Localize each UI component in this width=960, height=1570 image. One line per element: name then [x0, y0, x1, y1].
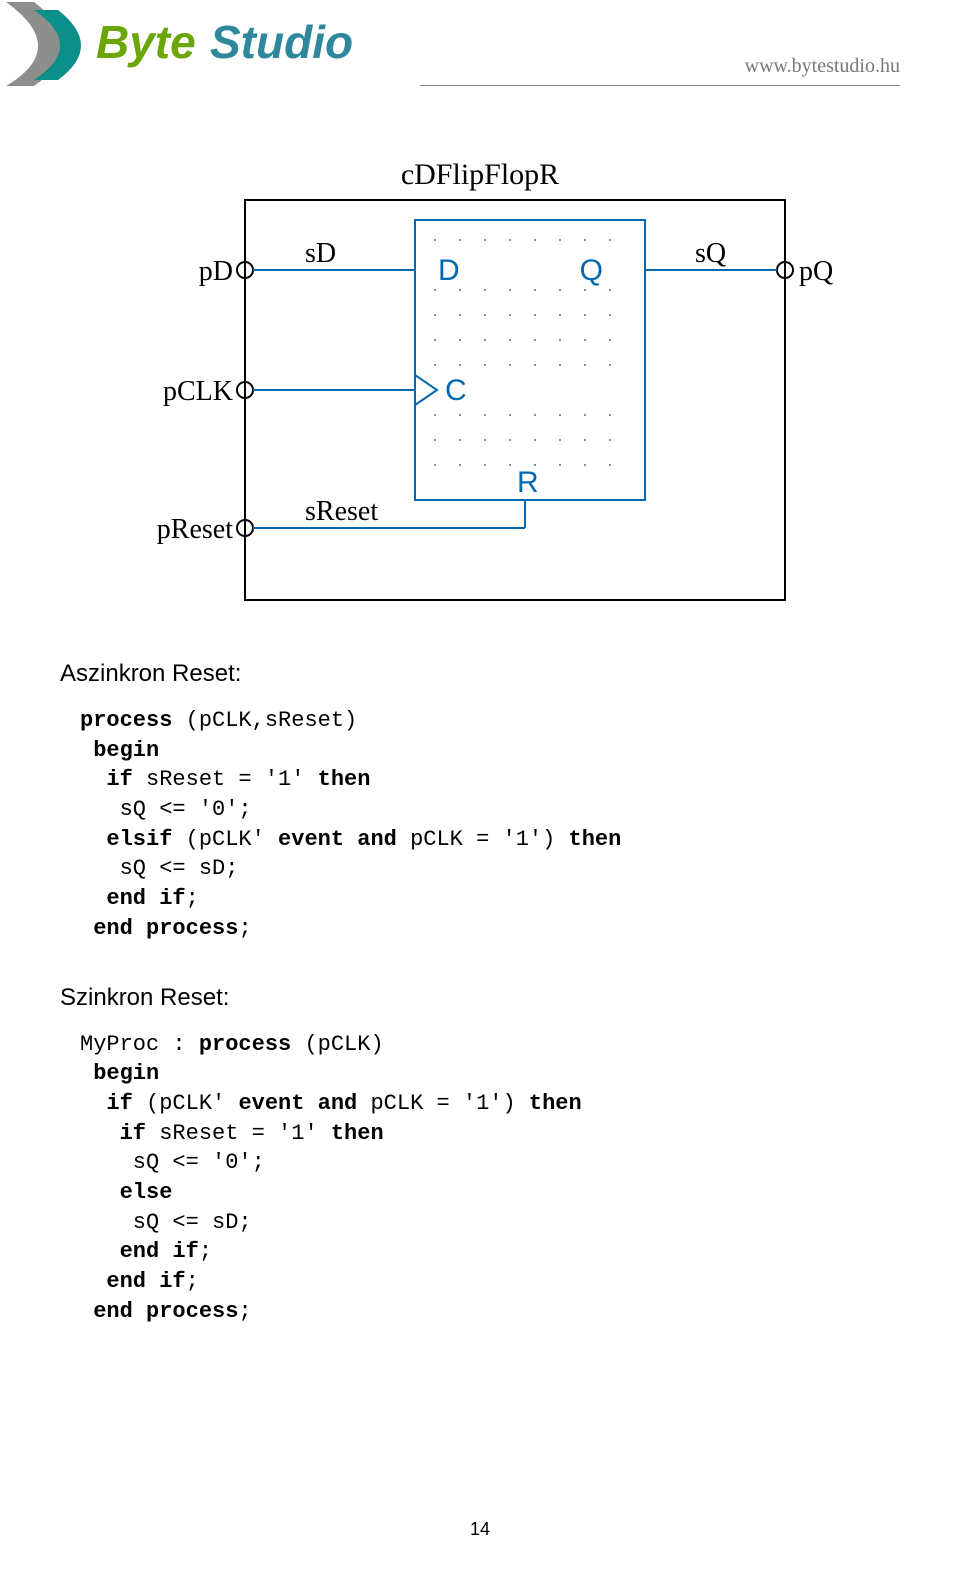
- site-url: www.bytestudio.hu: [745, 55, 900, 78]
- port-pQ: pQ: [799, 256, 833, 287]
- circuit-diagram: cDFlipFlopR pD pCLK pReset pQ: [105, 160, 855, 630]
- signal-sD: sD: [305, 238, 336, 269]
- flipflop-inner: D Q C R: [415, 220, 645, 500]
- section-title-sync: Szinkron Reset:: [60, 984, 900, 1012]
- document-body: Aszinkron Reset: process (pCLK,sReset) b…: [0, 630, 960, 1326]
- header-rule: [420, 85, 900, 86]
- label-R: R: [517, 466, 539, 499]
- port-pReset: pReset: [157, 514, 233, 545]
- logo: Byte Studio: [0, 0, 420, 95]
- label-C: C: [445, 374, 467, 407]
- signal-sQ: sQ: [695, 238, 726, 269]
- page-number: 14: [0, 1519, 960, 1540]
- logo-byte-text: Byte: [96, 16, 196, 68]
- diagram-title: cDFlipFlopR: [401, 160, 559, 191]
- port-pD: pD: [199, 256, 233, 287]
- label-Q: Q: [580, 254, 603, 287]
- section-title-async: Aszinkron Reset:: [60, 660, 900, 688]
- code-block-sync: MyProc : process (pCLK) begin if (pCLK' …: [80, 1030, 900, 1327]
- port-pCLK: pCLK: [163, 376, 233, 407]
- code-block-async: process (pCLK,sReset) begin if sReset = …: [80, 706, 900, 944]
- label-D: D: [438, 254, 460, 287]
- signal-sReset: sReset: [305, 496, 378, 527]
- logo-studio-text: Studio: [210, 16, 353, 68]
- page-header: Byte Studio www.bytestudio.hu: [0, 0, 960, 90]
